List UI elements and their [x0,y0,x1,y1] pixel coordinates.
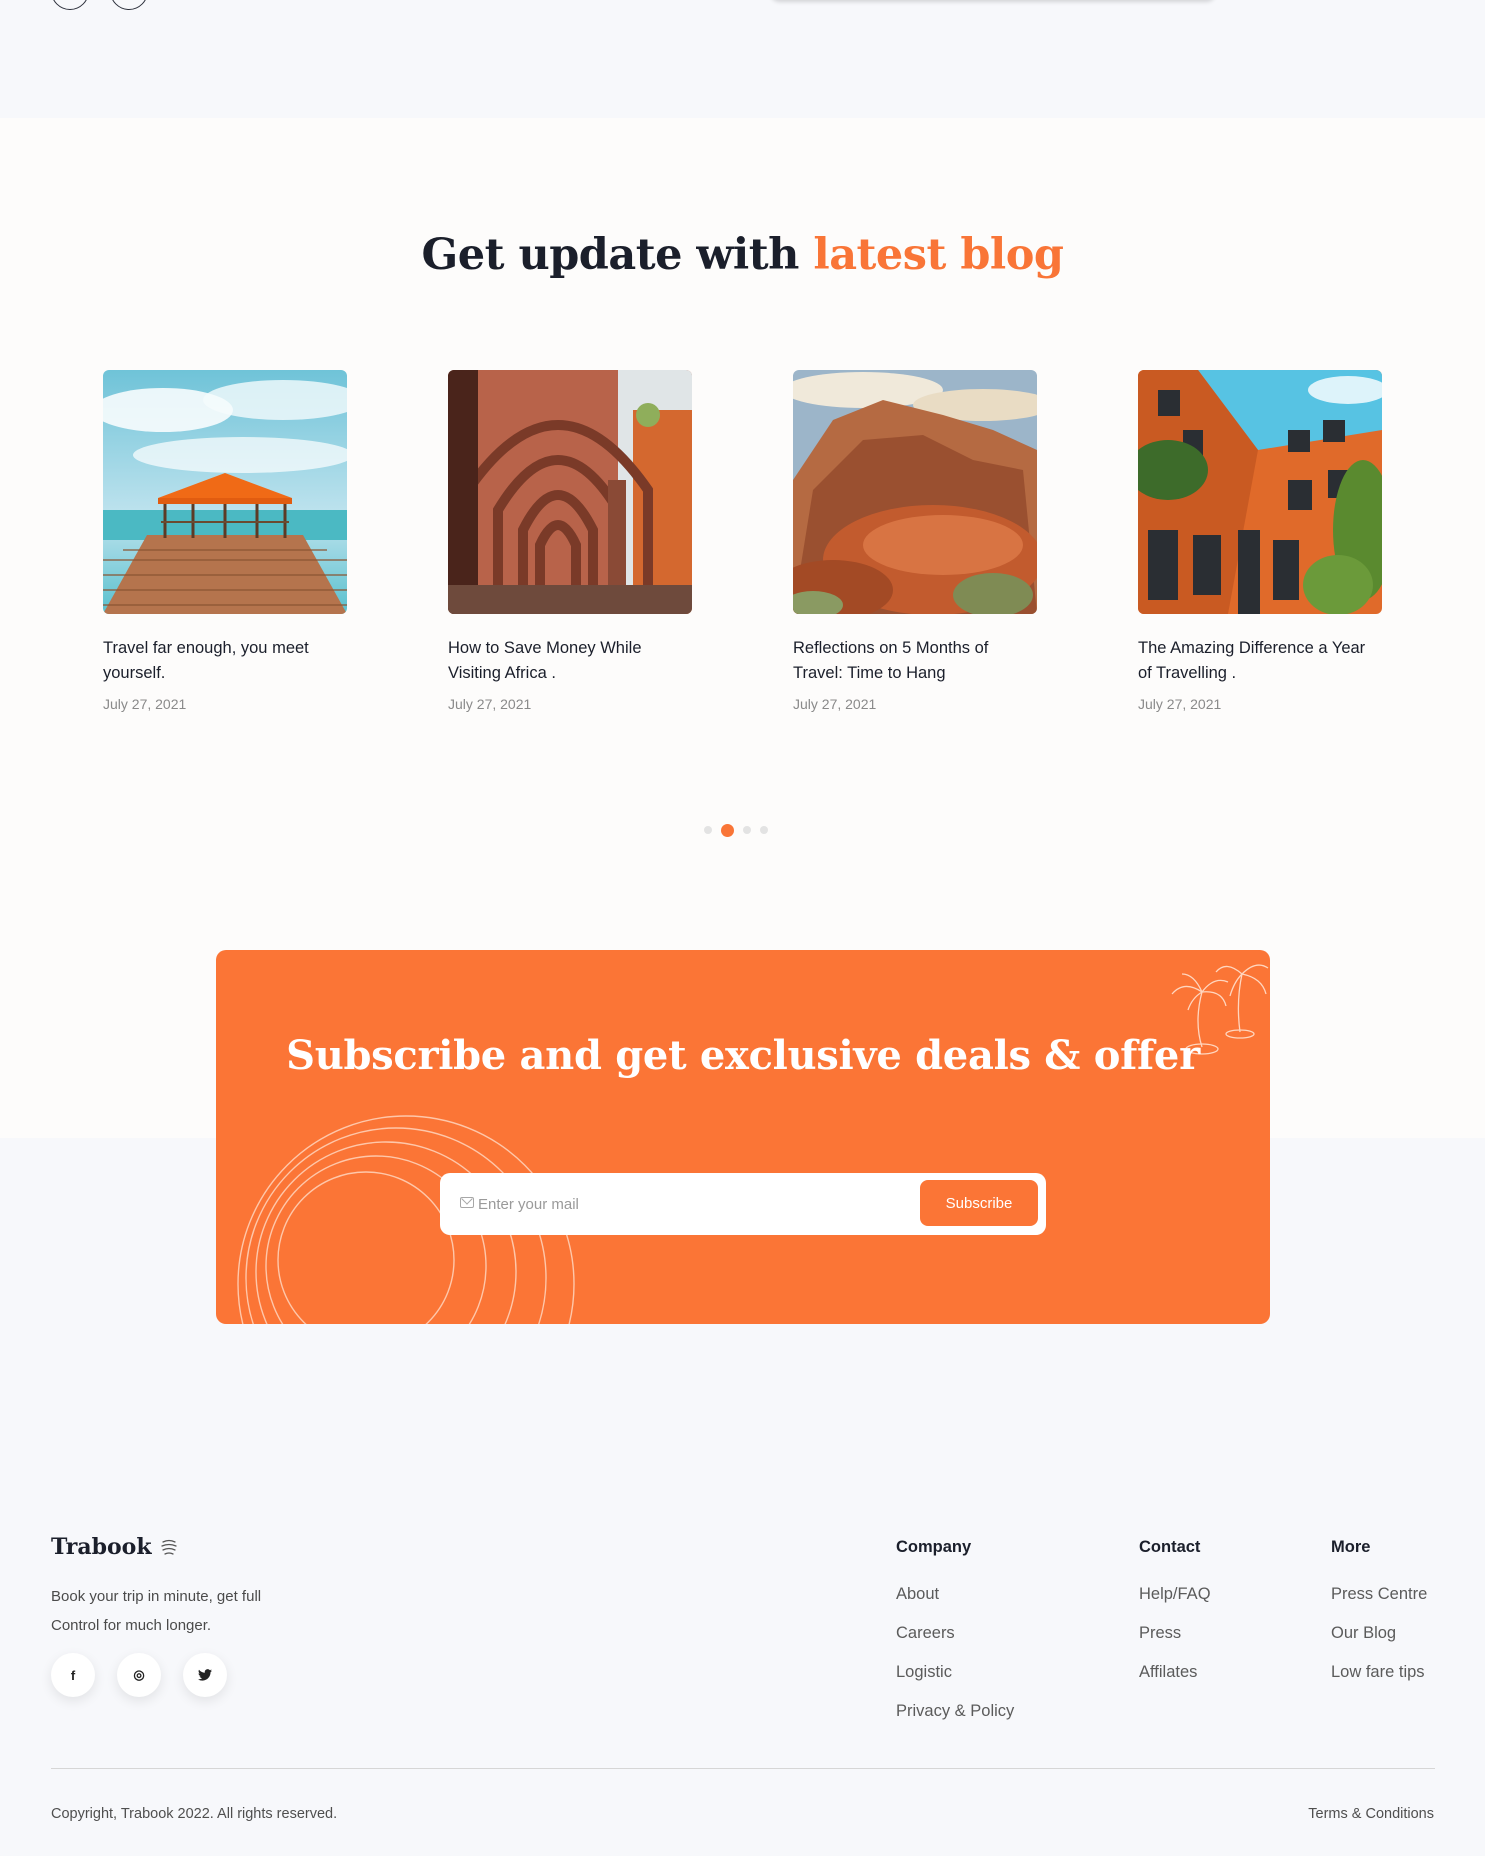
blog-card-title[interactable]: The Amazing Difference a Year of Travell… [1138,636,1378,686]
blog-image-canyon[interactable] [793,370,1037,614]
pier-image [103,370,347,614]
footer-divider [51,1768,1435,1769]
mail-icon [460,1197,474,1208]
footer-column-company: Company About Careers Logistic Privacy &… [896,1538,1014,1739]
twitter-icon[interactable] [183,1653,227,1697]
footer-column-contact: Contact Help/FAQ Press Affilates [1139,1538,1211,1700]
decorative-rings [237,1115,575,1324]
blog-card-title[interactable]: Reflections on 5 Months of Travel: Time … [793,636,1033,686]
carousel-dot[interactable] [704,826,712,834]
subscribe-button[interactable]: Subscribe [920,1180,1038,1226]
footer-link-careers[interactable]: Careers [896,1622,1014,1644]
blog-card-title[interactable]: Travel far enough, you meet yourself. [103,636,343,686]
footer-brand[interactable]: Trabook [51,1534,178,1560]
blog-card-date: July 27, 2021 [793,696,877,712]
blog-card-date: July 27, 2021 [103,696,187,712]
footer-link-press-centre[interactable]: Press Centre [1331,1583,1427,1605]
carousel-dot[interactable] [743,826,751,834]
footer-link-privacy[interactable]: Privacy & Policy [896,1700,1014,1722]
building-image [1138,370,1382,614]
footer-link-logistic[interactable]: Logistic [896,1661,1014,1683]
blog-image-pier[interactable] [103,370,347,614]
email-input[interactable] [478,1183,898,1225]
title-dark: Get update with [421,230,800,280]
title-accent: latest blog [813,230,1064,280]
subscribe-title: Subscribe and get exclusive deals & offe… [286,1032,1200,1079]
footer-heading: Company [896,1538,972,1556]
terms-link[interactable]: Terms & Conditions [1308,1806,1434,1822]
facebook-icon[interactable]: f [51,1653,95,1697]
twitter-glyph [198,1669,212,1681]
blog-image-arcade[interactable] [448,370,692,614]
footer-link-affiliates[interactable]: Affilates [1139,1661,1211,1683]
subscribe-form: Subscribe [440,1173,1046,1235]
footer-link-our-blog[interactable]: Our Blog [1331,1622,1427,1644]
blog-card-title[interactable]: How to Save Money While Visiting Africa … [448,636,688,686]
copyright-text: Copyright, Trabook 2022. All rights rese… [51,1806,338,1822]
footer-link-low-fare-tips[interactable]: Low fare tips [1331,1661,1427,1683]
blog-card[interactable]: Travel far enough, you meet yourself. Ju… [103,370,347,712]
footer-link-about[interactable]: About [896,1583,1014,1605]
subscribe-banner: Subscribe and get exclusive deals & offe… [216,950,1270,1324]
arcade-image [448,370,692,614]
footer-link-help[interactable]: Help/FAQ [1139,1583,1211,1605]
carousel-dot[interactable] [760,826,768,834]
instagram-icon[interactable]: ◎ [117,1653,161,1697]
blog-card[interactable]: The Amazing Difference a Year of Travell… [1138,370,1382,712]
footer-heading: More [1331,1538,1371,1556]
top-strip [0,0,1485,118]
blog-card[interactable]: How to Save Money While Visiting Africa … [448,370,692,712]
footer-heading: Contact [1139,1538,1201,1556]
brand-tagline: Book your trip in minute, get full Contr… [51,1588,262,1634]
next-button[interactable] [110,0,148,10]
canyon-image [793,370,1037,614]
carousel-dot-active[interactable] [721,823,734,837]
brand-name: Trabook [51,1534,152,1560]
blog-card-date: July 27, 2021 [1138,696,1222,712]
blog-image-building[interactable] [1138,370,1382,614]
blog-card[interactable]: Reflections on 5 Months of Travel: Time … [793,370,1037,712]
footer-column-more: More Press Centre Our Blog Low fare tips [1331,1538,1427,1700]
carousel-dots [704,822,768,838]
blog-card-date: July 27, 2021 [448,696,532,712]
prev-button[interactable] [51,0,89,10]
brand-logo-icon [160,1539,177,1555]
blog-section-title: Get update with latest blog [0,230,1485,280]
footer-link-press[interactable]: Press [1139,1622,1211,1644]
social-links: f ◎ [51,1653,227,1697]
